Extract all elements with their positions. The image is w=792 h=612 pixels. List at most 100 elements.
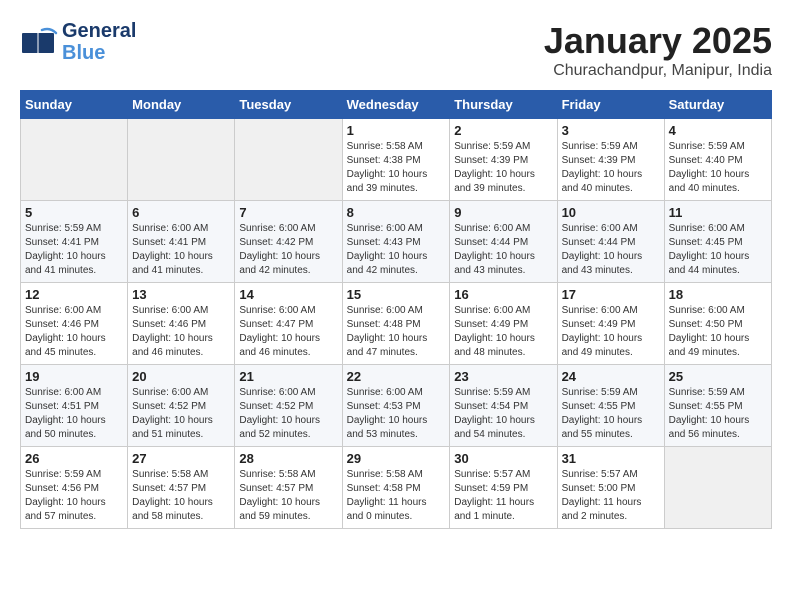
- weekday-header: Thursday: [450, 91, 557, 119]
- calendar-week-row: 26Sunrise: 5:59 AMSunset: 4:56 PMDayligh…: [21, 447, 772, 529]
- day-info: Sunrise: 6:00 AMSunset: 4:47 PMDaylight:…: [239, 304, 337, 360]
- calendar-cell: 13 Sunrise: 6:00 AMSunset: 4:46 PMDayligh…: [128, 283, 235, 365]
- day-number: 26: [25, 451, 123, 466]
- day-info: Sunrise: 5:59 AMSunset: 4:39 PMDaylight:…: [562, 140, 660, 196]
- day-number: 1: [347, 123, 446, 138]
- weekday-header: Tuesday: [235, 91, 342, 119]
- day-info: Sunrise: 5:58 AMSunset: 4:38 PMDaylight:…: [347, 140, 446, 196]
- logo-icon: [20, 25, 60, 60]
- day-info: Sunrise: 6:00 AMSunset: 4:52 PMDaylight:…: [239, 386, 337, 442]
- calendar-cell: [128, 119, 235, 201]
- calendar-cell: 16Sunrise: 6:00 AMSunset: 4:49 PMDayligh…: [450, 283, 557, 365]
- calendar-cell: 4Sunrise: 5:59 AMSunset: 4:40 PMDaylight…: [664, 119, 771, 201]
- day-number: 15: [347, 287, 446, 302]
- calendar-cell: 22 Sunrise: 6:00 AMSunset: 4:53 PMDayligh…: [342, 365, 450, 447]
- day-number: 8: [347, 205, 446, 220]
- title-area: January 2025 Churachandpur, Manipur, Ind…: [544, 20, 772, 80]
- day-number: 20: [132, 369, 230, 384]
- calendar-cell: 9 Sunrise: 6:00 AMSunset: 4:44 PMDaylight…: [450, 201, 557, 283]
- day-number: 6: [132, 205, 230, 220]
- day-number: 13: [132, 287, 230, 302]
- calendar-week-row: 1 Sunrise: 5:58 AMSunset: 4:38 PMDaylight…: [21, 119, 772, 201]
- calendar-cell: 30 Sunrise: 5:57 AMSunset: 4:59 PMDayligh…: [450, 447, 557, 529]
- logo-blue: Blue: [62, 42, 136, 64]
- day-number: 31: [562, 451, 660, 466]
- calendar-cell: 25 Sunrise: 5:59 AMSunset: 4:55 PMDayligh…: [664, 365, 771, 447]
- calendar-cell: 8 Sunrise: 6:00 AMSunset: 4:43 PMDaylight…: [342, 201, 450, 283]
- day-info: Sunrise: 6:00 AMSunset: 4:48 PMDaylight:…: [347, 304, 446, 360]
- weekday-header: Monday: [128, 91, 235, 119]
- day-info: Sunrise: 5:57 AMSunset: 5:00 PMDaylight:…: [562, 468, 660, 524]
- day-info: Sunrise: 5:57 AMSunset: 4:59 PMDaylight:…: [454, 468, 552, 524]
- day-number: 2: [454, 123, 552, 138]
- calendar-cell: 10 Sunrise: 6:00 AMSunset: 4:44 PMDayligh…: [557, 201, 664, 283]
- day-number: 17: [562, 287, 660, 302]
- day-number: 5: [25, 205, 123, 220]
- weekday-header: Sunday: [21, 91, 128, 119]
- calendar-cell: 11 Sunrise: 6:00 AMSunset: 4:45 PMDayligh…: [664, 201, 771, 283]
- day-info: Sunrise: 6:00 AMSunset: 4:53 PMDaylight:…: [347, 386, 446, 442]
- logo-general: General: [62, 20, 136, 42]
- calendar-header-row: SundayMondayTuesdayWednesdayThursdayFrid…: [21, 91, 772, 119]
- day-number: 25: [669, 369, 767, 384]
- calendar-cell: 2Sunrise: 5:59 AMSunset: 4:39 PMDaylight…: [450, 119, 557, 201]
- weekday-header: Saturday: [664, 91, 771, 119]
- calendar-cell: 23 Sunrise: 5:59 AMSunset: 4:54 PMDayligh…: [450, 365, 557, 447]
- day-number: 9: [454, 205, 552, 220]
- calendar-cell: [235, 119, 342, 201]
- day-info: Sunrise: 5:58 AMSunset: 4:57 PMDaylight:…: [239, 468, 337, 524]
- day-number: 16: [454, 287, 552, 302]
- month-title: January 2025: [544, 20, 772, 62]
- weekday-header: Wednesday: [342, 91, 450, 119]
- day-number: 18: [669, 287, 767, 302]
- day-number: 30: [454, 451, 552, 466]
- calendar-cell: 17 Sunrise: 6:00 AMSunset: 4:49 PMDayligh…: [557, 283, 664, 365]
- day-info: Sunrise: 5:59 AMSunset: 4:54 PMDaylight:…: [454, 386, 552, 442]
- day-info: Sunrise: 6:00 AMSunset: 4:43 PMDaylight:…: [347, 222, 446, 278]
- calendar-week-row: 19 Sunrise: 6:00 AMSunset: 4:51 PMDayligh…: [21, 365, 772, 447]
- day-number: 12: [25, 287, 123, 302]
- day-number: 7: [239, 205, 337, 220]
- day-number: 21: [239, 369, 337, 384]
- day-info: Sunrise: 6:00 AMSunset: 4:44 PMDaylight:…: [562, 222, 660, 278]
- day-number: 23: [454, 369, 552, 384]
- day-info: Sunrise: 5:59 AMSunset: 4:55 PMDaylight:…: [669, 386, 767, 442]
- calendar-week-row: 12 Sunrise: 6:00 AMSunset: 4:46 PMDayligh…: [21, 283, 772, 365]
- day-info: Sunrise: 5:58 AMSunset: 4:58 PMDaylight:…: [347, 468, 446, 524]
- day-info: Sunrise: 6:00 AMSunset: 4:46 PMDaylight:…: [132, 304, 230, 360]
- calendar-cell: [21, 119, 128, 201]
- day-info: Sunrise: 6:00 AMSunset: 4:51 PMDaylight:…: [25, 386, 123, 442]
- day-info: Sunrise: 6:00 AMSunset: 4:50 PMDaylight:…: [669, 304, 767, 360]
- day-number: 10: [562, 205, 660, 220]
- day-info: Sunrise: 6:00 AMSunset: 4:44 PMDaylight:…: [454, 222, 552, 278]
- calendar-cell: 31 Sunrise: 5:57 AMSunset: 5:00 PMDayligh…: [557, 447, 664, 529]
- day-info: Sunrise: 5:59 AMSunset: 4:55 PMDaylight:…: [562, 386, 660, 442]
- calendar-cell: 15 Sunrise: 6:00 AMSunset: 4:48 PMDayligh…: [342, 283, 450, 365]
- logo: General Blue: [20, 20, 136, 64]
- weekday-header: Friday: [557, 91, 664, 119]
- calendar-cell: 20 Sunrise: 6:00 AMSunset: 4:52 PMDayligh…: [128, 365, 235, 447]
- day-number: 11: [669, 205, 767, 220]
- day-number: 4: [669, 123, 767, 138]
- day-info: Sunrise: 6:00 AMSunset: 4:49 PMDaylight:…: [562, 304, 660, 360]
- day-number: 27: [132, 451, 230, 466]
- day-number: 19: [25, 369, 123, 384]
- calendar-table: SundayMondayTuesdayWednesdayThursdayFrid…: [20, 90, 772, 529]
- day-number: 28: [239, 451, 337, 466]
- calendar-cell: 1 Sunrise: 5:58 AMSunset: 4:38 PMDaylight…: [342, 119, 450, 201]
- calendar-cell: 28 Sunrise: 5:58 AMSunset: 4:57 PMDayligh…: [235, 447, 342, 529]
- day-number: 29: [347, 451, 446, 466]
- day-number: 22: [347, 369, 446, 384]
- calendar-cell: 14Sunrise: 6:00 AMSunset: 4:47 PMDayligh…: [235, 283, 342, 365]
- day-info: Sunrise: 5:58 AMSunset: 4:57 PMDaylight:…: [132, 468, 230, 524]
- day-info: Sunrise: 6:00 AMSunset: 4:45 PMDaylight:…: [669, 222, 767, 278]
- location-title: Churachandpur, Manipur, India: [544, 62, 772, 80]
- calendar-cell: 27 Sunrise: 5:58 AMSunset: 4:57 PMDayligh…: [128, 447, 235, 529]
- day-info: Sunrise: 6:00 AMSunset: 4:52 PMDaylight:…: [132, 386, 230, 442]
- calendar-cell: 12Sunrise: 6:00 AMSunset: 4:46 PMDayligh…: [21, 283, 128, 365]
- calendar-cell: 5Sunrise: 5:59 AMSunset: 4:41 PMDaylight…: [21, 201, 128, 283]
- calendar-cell: 21 Sunrise: 6:00 AMSunset: 4:52 PMDayligh…: [235, 365, 342, 447]
- day-number: 24: [562, 369, 660, 384]
- day-number: 3: [562, 123, 660, 138]
- calendar-cell: 3 Sunrise: 5:59 AMSunset: 4:39 PMDaylight…: [557, 119, 664, 201]
